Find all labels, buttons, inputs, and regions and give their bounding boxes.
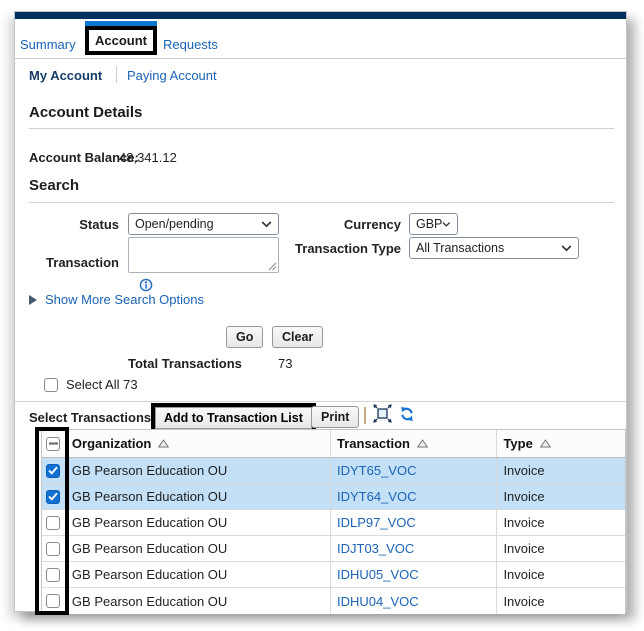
sort-ascending-icon <box>417 439 428 448</box>
organization-cell: GB Pearson Education OU <box>66 536 331 561</box>
organization-cell: GB Pearson Education OU <box>66 510 331 535</box>
divider <box>29 128 614 129</box>
transaction-link[interactable]: IDHU04_VOC <box>337 594 419 609</box>
table-row: GB Pearson Education OU IDYT65_VOC Invoi… <box>42 458 625 484</box>
detach-icon[interactable] <box>373 404 392 423</box>
tab-account-label: Account <box>95 33 147 48</box>
organization-cell: GB Pearson Education OU <box>66 588 331 614</box>
toolbar-separator <box>364 407 366 424</box>
resize-grip-icon[interactable] <box>268 262 277 271</box>
type-header-label: Type <box>503 436 532 451</box>
transaction-label: Transaction <box>29 255 119 270</box>
organization-header-label: Organization <box>72 436 151 451</box>
transaction-type-label: Transaction Type <box>261 241 401 256</box>
column-header-transaction[interactable]: Transaction <box>331 430 497 457</box>
tab-divider <box>15 58 626 59</box>
organization-cell: GB Pearson Education OU <box>66 458 331 483</box>
show-more-search-options[interactable]: Show More Search Options <box>29 292 204 307</box>
status-label: Status <box>29 217 119 232</box>
subtab-my-account[interactable]: My Account <box>29 68 102 83</box>
column-header-organization[interactable]: Organization <box>66 430 331 457</box>
row-checkbox[interactable] <box>46 542 60 556</box>
type-cell: Invoice <box>497 562 625 587</box>
table-row: GB Pearson Education OU IDJT03_VOC Invoi… <box>42 536 625 562</box>
row-checkbox[interactable] <box>46 594 60 608</box>
table-header-row: Organization Transaction Type <box>42 430 625 458</box>
transaction-link[interactable]: IDHU05_VOC <box>337 567 419 582</box>
currency-value: GBP <box>416 217 442 231</box>
transaction-link[interactable]: IDLP97_VOC <box>337 515 416 530</box>
print-button[interactable]: Print <box>311 406 359 428</box>
subtab-separator <box>116 66 117 83</box>
row-checkbox[interactable] <box>46 490 60 504</box>
subtab-paying-account[interactable]: Paying Account <box>127 68 217 83</box>
organization-cell: GB Pearson Education OU <box>66 484 331 509</box>
select-all-label: Select All 73 <box>66 377 138 392</box>
page-title: Account Details <box>29 104 142 121</box>
clear-button[interactable]: Clear <box>272 326 323 348</box>
transaction-type-value: All Transactions <box>416 241 504 255</box>
sort-ascending-icon <box>158 439 169 448</box>
transaction-type-select[interactable]: All Transactions <box>409 237 579 259</box>
show-more-label: Show More Search Options <box>45 292 204 307</box>
status-select[interactable]: Open/pending <box>128 213 279 235</box>
top-navy-bar <box>15 12 626 19</box>
chevron-down-icon <box>561 245 572 252</box>
chevron-down-icon <box>442 221 451 228</box>
search-section-title: Search <box>29 177 79 194</box>
account-details-window: Summary Account Requests My Account Payi… <box>14 11 627 612</box>
divider <box>15 401 626 402</box>
table-row: GB Pearson Education OU IDHU04_VOC Invoi… <box>42 588 625 614</box>
row-checkbox[interactable] <box>46 516 60 530</box>
organization-cell: GB Pearson Education OU <box>66 562 331 587</box>
column-header-type[interactable]: Type <box>497 430 625 457</box>
divider <box>29 202 614 203</box>
type-cell: Invoice <box>497 510 625 535</box>
select-all-checkbox[interactable] <box>44 378 58 392</box>
transactions-table: Organization Transaction Type GB Pearson… <box>41 429 626 613</box>
currency-label: Currency <box>261 217 401 232</box>
tab-account[interactable]: Account <box>85 26 157 55</box>
total-transactions-label: Total Transactions <box>128 356 242 371</box>
row-checkbox[interactable] <box>46 464 60 478</box>
type-cell: Invoice <box>497 484 625 509</box>
select-transactions-label: Select Transactions: <box>29 410 155 425</box>
sort-ascending-icon <box>540 439 551 448</box>
go-button[interactable]: Go <box>226 326 263 348</box>
transaction-link[interactable]: IDYT64_VOC <box>337 489 416 504</box>
header-select-cell <box>42 430 66 457</box>
transaction-link[interactable]: IDYT65_VOC <box>337 463 416 478</box>
row-checkbox[interactable] <box>46 568 60 582</box>
transaction-header-label: Transaction <box>337 436 410 451</box>
table-row: GB Pearson Education OU IDLP97_VOC Invoi… <box>42 510 625 536</box>
tab-requests[interactable]: Requests <box>163 37 218 52</box>
type-cell: Invoice <box>497 536 625 561</box>
disclosure-arrow-icon <box>29 295 37 305</box>
account-balance-value: 48,341.12 <box>119 150 177 165</box>
transaction-input[interactable] <box>128 237 279 273</box>
table-row: GB Pearson Education OU IDYT64_VOC Invoi… <box>42 484 625 510</box>
info-icon[interactable] <box>139 278 153 292</box>
add-to-transaction-list-button[interactable]: Add to Transaction List <box>155 407 312 429</box>
total-transactions-value: 73 <box>278 356 292 371</box>
select-all-header-checkbox[interactable] <box>46 437 60 451</box>
transaction-link[interactable]: IDJT03_VOC <box>337 541 414 556</box>
table-row: GB Pearson Education OU IDHU05_VOC Invoi… <box>42 562 625 588</box>
refresh-icon[interactable] <box>399 406 415 422</box>
type-cell: Invoice <box>497 458 625 483</box>
tab-summary[interactable]: Summary <box>20 37 76 52</box>
type-cell: Invoice <box>497 588 625 614</box>
status-value: Open/pending <box>135 217 214 231</box>
currency-select[interactable]: GBP <box>409 213 458 235</box>
